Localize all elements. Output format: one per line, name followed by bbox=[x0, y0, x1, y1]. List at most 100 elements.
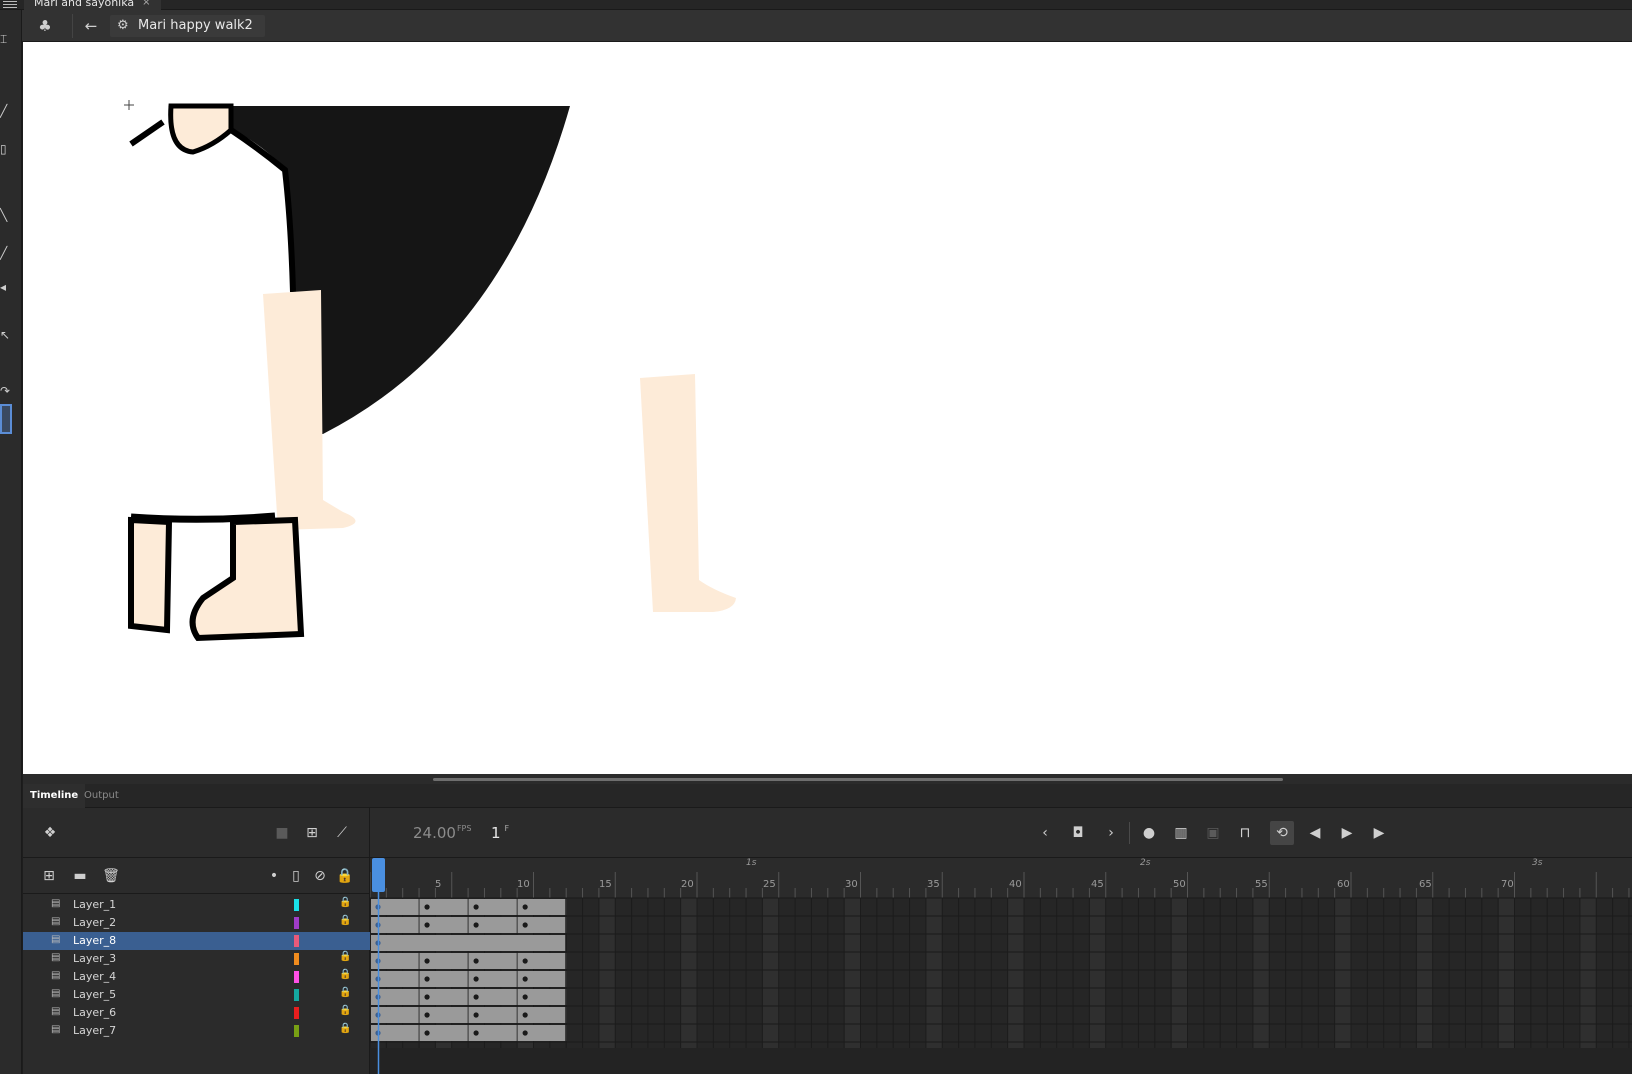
right-arm-skin bbox=[640, 374, 736, 612]
ruler-label: 55 bbox=[1255, 879, 1268, 890]
layer-name: Layer_7 bbox=[73, 1024, 117, 1037]
layer-lock-icon[interactable]: 🔒 bbox=[339, 915, 351, 926]
symbol-breadcrumb[interactable]: ⚙ Mari happy walk2 bbox=[110, 15, 265, 37]
current-frame-display[interactable]: 1F bbox=[491, 824, 509, 842]
layer-lock-icon[interactable]: 🔒 bbox=[339, 951, 351, 962]
playhead-handle bbox=[372, 858, 385, 892]
selection-tool-icon[interactable]: ⌶ bbox=[0, 30, 20, 48]
onion-skin-icon[interactable]: ● bbox=[1137, 821, 1161, 845]
layer-row[interactable]: ▤ Layer_1 🔒 bbox=[23, 896, 370, 914]
close-tab-icon[interactable]: × bbox=[142, 0, 150, 8]
edit-bar: ♣ ← ⚙ Mari happy walk2 bbox=[22, 10, 1632, 42]
ruler-label: 60 bbox=[1337, 879, 1350, 890]
layer-parenting-icon[interactable]: ⊞ bbox=[300, 821, 324, 845]
rectangle-tool-icon[interactable]: ▯ bbox=[0, 140, 20, 158]
highlight-dot-icon[interactable]: • bbox=[263, 865, 285, 887]
new-layer-icon[interactable]: ⊞ bbox=[38, 865, 60, 887]
layer-name: Layer_6 bbox=[73, 1006, 117, 1019]
layer-name: Layer_3 bbox=[73, 952, 117, 965]
ruler-label: 45 bbox=[1091, 879, 1104, 890]
brush-tool-icon[interactable]: ╱ bbox=[0, 102, 20, 120]
ruler-label: 10 bbox=[517, 879, 530, 890]
fps-unit: FPS bbox=[456, 824, 472, 833]
camera-icon[interactable]: ■ bbox=[270, 821, 294, 845]
controls-divider bbox=[1129, 822, 1130, 844]
step-forward-icon[interactable]: ▶ bbox=[1367, 821, 1391, 845]
keyframe-dot bbox=[473, 958, 479, 964]
tab-output[interactable]: Output bbox=[77, 784, 126, 808]
ruler-label: 30 bbox=[845, 879, 858, 890]
layer-color-swatch[interactable] bbox=[294, 899, 299, 911]
layer-lock-icon[interactable]: 🔒 bbox=[339, 1005, 351, 1016]
edit-multiple-frames-icon[interactable]: ▥ bbox=[1169, 821, 1193, 845]
keyframe-dot bbox=[424, 1012, 430, 1018]
layer-name: Layer_2 bbox=[73, 916, 117, 929]
document-tab-bar: Mari and sayonika × bbox=[0, 0, 1632, 10]
hand-tool-icon[interactable]: ↖ bbox=[0, 326, 20, 344]
layer-color-swatch[interactable] bbox=[294, 953, 299, 965]
insert-keyframe-icon[interactable]: ◘ bbox=[1066, 821, 1090, 845]
layer-lock-icon[interactable]: 🔒 bbox=[339, 969, 351, 980]
next-keyframe-icon[interactable]: › bbox=[1099, 821, 1123, 845]
layer-row[interactable]: ▤ Layer_2 🔒 bbox=[23, 914, 370, 932]
layer-row[interactable]: ▤ Layer_6 🔒 bbox=[23, 1004, 370, 1022]
layer-lock-icon[interactable]: 🔒 bbox=[339, 1023, 351, 1034]
timeline-frames[interactable]: 1s 2s 3s 5 10 15 20 25 30 35 40 45 50 55… bbox=[370, 858, 1632, 1074]
layer-color-swatch[interactable] bbox=[294, 1025, 299, 1037]
layer-lock-icon[interactable]: 🔒 bbox=[339, 897, 351, 908]
fps-display[interactable]: 24.00FPS bbox=[413, 824, 471, 842]
stage-symbol-icon[interactable]: ♣ bbox=[34, 16, 56, 36]
stage-canvas[interactable] bbox=[23, 42, 1632, 774]
eraser-tool-icon[interactable]: ◂ bbox=[0, 278, 20, 296]
left-leg bbox=[128, 516, 173, 634]
scrollbar-thumb[interactable] bbox=[433, 778, 1283, 781]
paint-bucket-icon[interactable]: ╱ bbox=[0, 244, 20, 262]
layer-name: Layer_1 bbox=[73, 898, 117, 911]
new-folder-icon[interactable]: ▬ bbox=[69, 865, 91, 887]
layer-lock-icon[interactable]: 🔒 bbox=[339, 987, 351, 998]
layer-type-icon: ▤ bbox=[51, 1024, 61, 1035]
layers-icon[interactable]: ❖ bbox=[38, 821, 62, 845]
delete-layer-icon[interactable]: 🗑 bbox=[100, 865, 122, 887]
keyframe-dot bbox=[522, 976, 528, 982]
header-divider bbox=[369, 808, 370, 858]
layer-row[interactable]: ▤ Layer_5 🔒 bbox=[23, 986, 370, 1004]
keyframe-dot bbox=[424, 904, 430, 910]
back-arrow-icon[interactable]: ← bbox=[80, 16, 102, 36]
layer-row-selected[interactable]: ▤ Layer_8 bbox=[23, 932, 370, 950]
step-back-icon[interactable]: ◀ bbox=[1303, 821, 1327, 845]
onion-outline-icon[interactable]: ▣ bbox=[1201, 821, 1225, 845]
outline-toggle-icon[interactable]: ▯ bbox=[285, 865, 307, 887]
layer-row[interactable]: ▤ Layer_7 🔒 bbox=[23, 1022, 370, 1040]
keyframe-dot bbox=[473, 994, 479, 1000]
layer-color-swatch[interactable] bbox=[294, 989, 299, 1001]
fill-color-swatch[interactable] bbox=[0, 404, 12, 434]
loop-icon[interactable]: ⟲ bbox=[1270, 821, 1294, 845]
line-tool-icon[interactable]: ╲ bbox=[0, 206, 20, 224]
layer-toolbar: ⊞ ▬ 🗑 • ▯ ⊘ 🔒 bbox=[23, 858, 370, 894]
layer-name: Layer_5 bbox=[73, 988, 117, 1001]
layer-color-swatch[interactable] bbox=[294, 971, 299, 983]
center-frame-icon[interactable]: ⊓ bbox=[1233, 821, 1257, 845]
graph-icon[interactable]: ⟋ bbox=[330, 821, 354, 845]
current-frame-value: 1 bbox=[491, 824, 501, 842]
frame-grid bbox=[370, 858, 1632, 1074]
layer-color-swatch[interactable] bbox=[294, 935, 299, 947]
tab-timeline[interactable]: Timeline bbox=[23, 784, 86, 808]
visibility-toggle-icon[interactable]: ⊘ bbox=[309, 865, 331, 887]
previous-keyframe-icon[interactable]: ‹ bbox=[1033, 821, 1057, 845]
layer-color-swatch[interactable] bbox=[294, 917, 299, 929]
ruler-label: 35 bbox=[927, 879, 940, 890]
layer-row[interactable]: ▤ Layer_3 🔒 bbox=[23, 950, 370, 968]
panel-tab-bar: Timeline Output bbox=[23, 784, 1632, 808]
symbol-name: Mari happy walk2 bbox=[138, 18, 253, 33]
second-marker: 1s bbox=[746, 858, 757, 868]
stage-horizontal-scrollbar[interactable] bbox=[23, 774, 1632, 784]
layer-color-swatch[interactable] bbox=[294, 1007, 299, 1019]
swap-colors-icon[interactable]: ↷ bbox=[0, 382, 20, 400]
document-tab[interactable]: Mari and sayonika × bbox=[24, 0, 161, 10]
layer-row[interactable]: ▤ Layer_4 🔒 bbox=[23, 968, 370, 986]
play-icon[interactable]: ▶ bbox=[1335, 821, 1359, 845]
panel-menu-icon[interactable] bbox=[3, 1, 17, 9]
lock-all-icon[interactable]: 🔒 bbox=[334, 865, 356, 887]
